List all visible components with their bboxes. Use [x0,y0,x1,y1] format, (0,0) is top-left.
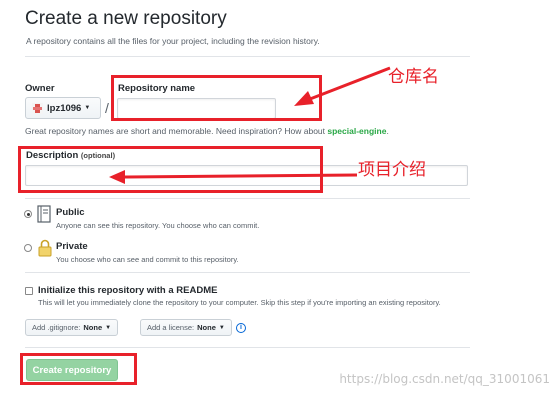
info-icon[interactable]: i [236,323,246,333]
public-option-title: Public [56,207,85,218]
readme-option-desc: This will let you immediately clone the … [38,298,441,307]
owner-label: Owner [25,83,55,94]
annotation-box-create-button [20,353,137,385]
annotation-arrow-repo-name [294,66,391,106]
annotation-repo-name: 仓库名 [388,67,439,87]
hint-suffix: . [386,126,389,136]
gitignore-value: None [83,323,103,332]
private-radio[interactable] [24,244,32,252]
license-select[interactable]: Add a license: None ▼ [140,319,232,336]
private-option-title: Private [56,241,88,252]
repo-book-icon [37,205,51,223]
divider-readme [25,272,470,273]
public-radio[interactable] [24,210,32,218]
lock-icon [38,239,52,257]
divider-visibility [25,198,470,199]
header-divider [25,56,470,57]
chevron-down-icon: ▼ [218,324,225,331]
gitignore-label: Add .gitignore: [32,323,81,332]
owner-repo-separator: / [105,100,109,116]
page-subtitle: A repository contains all the files for … [26,36,320,46]
license-value: None [197,323,216,332]
identicon-avatar-icon [32,102,43,114]
annotation-description: 项目介绍 [358,160,426,180]
readme-checkbox[interactable] [25,287,33,295]
readme-option-title: Initialize this repository with a README [38,285,218,296]
watermark: https://blog.csdn.net/qq_31001061 [339,372,550,386]
public-option-desc: Anyone can see this repository. You choo… [56,221,260,230]
private-option-desc: You choose who can see and commit to thi… [56,255,239,264]
repository-name-hint: Great repository names are short and mem… [25,126,389,136]
owner-value: lpz1096 [47,102,82,114]
gitignore-select[interactable]: Add .gitignore: None ▼ [25,319,119,336]
hint-text: Great repository names are short and mem… [25,126,328,136]
page-title: Create a new repository [25,8,227,29]
annotation-arrow-description [109,170,358,184]
chevron-down-icon: ▼ [105,324,112,331]
license-label: Add a license: [147,323,195,332]
chevron-down-icon: ▼ [84,105,91,111]
divider-submit [25,347,470,348]
owner-select[interactable]: lpz1096 ▼ [25,97,101,119]
suggested-name[interactable]: special-engine [327,126,386,136]
